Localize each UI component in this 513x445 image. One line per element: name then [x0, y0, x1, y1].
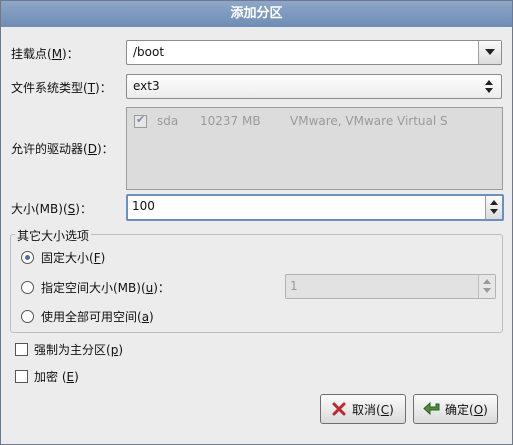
fixed-size-radio[interactable] [21, 251, 34, 264]
fs-type-label: 文件系统类型(T)： [11, 81, 112, 95]
fill-to-size-spin-buttons[interactable] [478, 275, 495, 298]
spin-up-icon [490, 200, 498, 205]
fill-to-size-spinbox[interactable]: 1 [285, 274, 496, 299]
fill-to-size-label[interactable]: 指定空间大小(MB)(u)： [41, 279, 170, 296]
other-size-options-title: 其它大小选项 [15, 227, 92, 244]
fill-all-label[interactable]: 使用全部可用空间(a) [41, 308, 154, 325]
fs-type-value: ext3 [133, 79, 160, 93]
x-icon [332, 402, 346, 416]
list-item[interactable]: ✔ sda 10237 MB VMware, VMware Virtual S [127, 112, 502, 130]
ok-label: 确定(O) [445, 403, 488, 417]
force-primary-label[interactable]: 强制为主分区(p) [34, 341, 123, 358]
dialog-title: 添加分区 [1, 1, 512, 27]
spin-down-icon [490, 209, 498, 214]
mount-point-value: /boot [133, 45, 165, 59]
size-label: 大小(MB)(S)： [11, 202, 92, 216]
drives-label: 允许的驱动器(D)： [11, 142, 114, 156]
spin-down-icon [483, 288, 491, 293]
cancel-label: 取消(C) [352, 403, 394, 417]
add-partition-dialog: 添加分区 挂载点(M)： /boot 文件系统类型(T)： ext3 允许的驱动… [0, 0, 513, 445]
checkmark-icon: ✔ [136, 113, 146, 126]
size-value: 100 [132, 199, 155, 213]
updown-arrows-icon [485, 80, 493, 93]
fixed-size-label[interactable]: 固定大小(F) [41, 249, 105, 266]
radio-selected-dot [25, 255, 30, 260]
fill-all-radio[interactable] [21, 310, 34, 323]
ok-button[interactable]: 确定(O) [413, 394, 498, 424]
encrypt-label[interactable]: 加密 (E) [34, 368, 79, 385]
chevron-down-icon [485, 49, 495, 55]
spin-up-icon [483, 279, 491, 284]
mount-point-label: 挂载点(M)： [11, 47, 79, 61]
encrypt-checkbox[interactable] [15, 370, 28, 383]
force-primary-checkbox[interactable] [15, 343, 28, 356]
drives-list: ✔ sda 10237 MB VMware, VMware Virtual S [126, 107, 503, 190]
fill-to-size-value: 1 [290, 279, 298, 293]
drive-name: sda [157, 114, 179, 128]
drive-model: VMware, VMware Virtual S [290, 114, 448, 128]
mount-point-combo[interactable]: /boot [126, 40, 502, 65]
ok-arrow-icon [423, 401, 440, 416]
cancel-button[interactable]: 取消(C) [320, 394, 406, 424]
fill-to-size-radio[interactable] [21, 281, 34, 294]
size-spinbox[interactable]: 100 [126, 194, 504, 221]
size-spin-buttons[interactable] [485, 196, 502, 219]
fs-type-select[interactable]: ext3 [126, 74, 502, 99]
mount-point-dropdown-button[interactable] [478, 41, 501, 64]
drive-size: 10237 MB [200, 114, 261, 128]
drive-checkbox[interactable]: ✔ [134, 113, 147, 128]
